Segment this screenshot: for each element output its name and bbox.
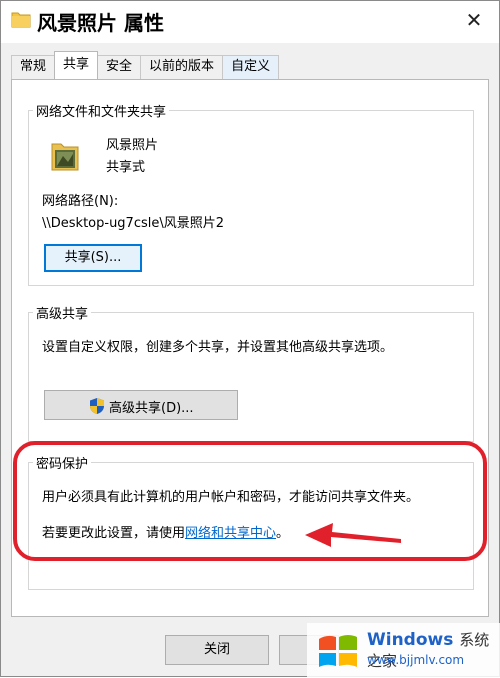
network-path-label: 网络路径(N): (42, 194, 119, 209)
advanced-share-button-label: 高级共享(D)... (109, 401, 194, 416)
share-button[interactable]: 共享(S)... (44, 244, 142, 272)
advanced-share-group: 高级共享 (28, 303, 474, 442)
uac-shield-icon (90, 398, 104, 414)
red-arrow-icon (305, 523, 401, 547)
tab-previous-versions[interactable]: 以前的版本 (140, 55, 224, 79)
highlight-callout (13, 441, 487, 561)
tab-sharing[interactable]: 共享 (54, 51, 99, 79)
folder-icon (11, 12, 31, 28)
window-title: 风景照片 属性 (37, 11, 164, 35)
windows-logo-icon (319, 635, 357, 667)
close-button[interactable]: 关闭 (165, 635, 269, 665)
watermark-url: www.bjjmlv.com (367, 653, 465, 667)
watermark-brand-name: Windows (367, 630, 454, 650)
folder-name: 风景照片 (106, 138, 159, 153)
tab-general[interactable]: 常规 (11, 55, 56, 79)
tab-customize[interactable]: 自定义 (222, 55, 280, 79)
close-icon[interactable]: ✕ (463, 9, 485, 31)
tab-security[interactable]: 安全 (97, 55, 142, 79)
shared-folder-icon (51, 143, 79, 171)
network-share-group-title: 网络文件和文件夹共享 (33, 101, 170, 120)
watermark: Windows 系统之家 www.bjjmlv.com (307, 623, 500, 678)
advanced-share-group-title: 高级共享 (33, 303, 92, 322)
advanced-share-description: 设置自定义权限，创建多个共享，并设置其他高级共享选项。 (42, 340, 394, 355)
properties-window: 风景照片 属性 ✕ 常规 共享 安全 以前的版本 自定义 网络文件和文件夹共享 … (0, 0, 500, 678)
advanced-share-button[interactable]: 高级共享(D)... (44, 390, 238, 420)
network-path-value: \\Desktop-ug7csle\风景照片2 (42, 216, 225, 231)
tab-strip: 常规 共享 安全 以前的版本 自定义 (11, 51, 280, 79)
share-status: 共享式 (106, 160, 146, 175)
title-bar: 风景照片 属性 ✕ (1, 1, 499, 43)
